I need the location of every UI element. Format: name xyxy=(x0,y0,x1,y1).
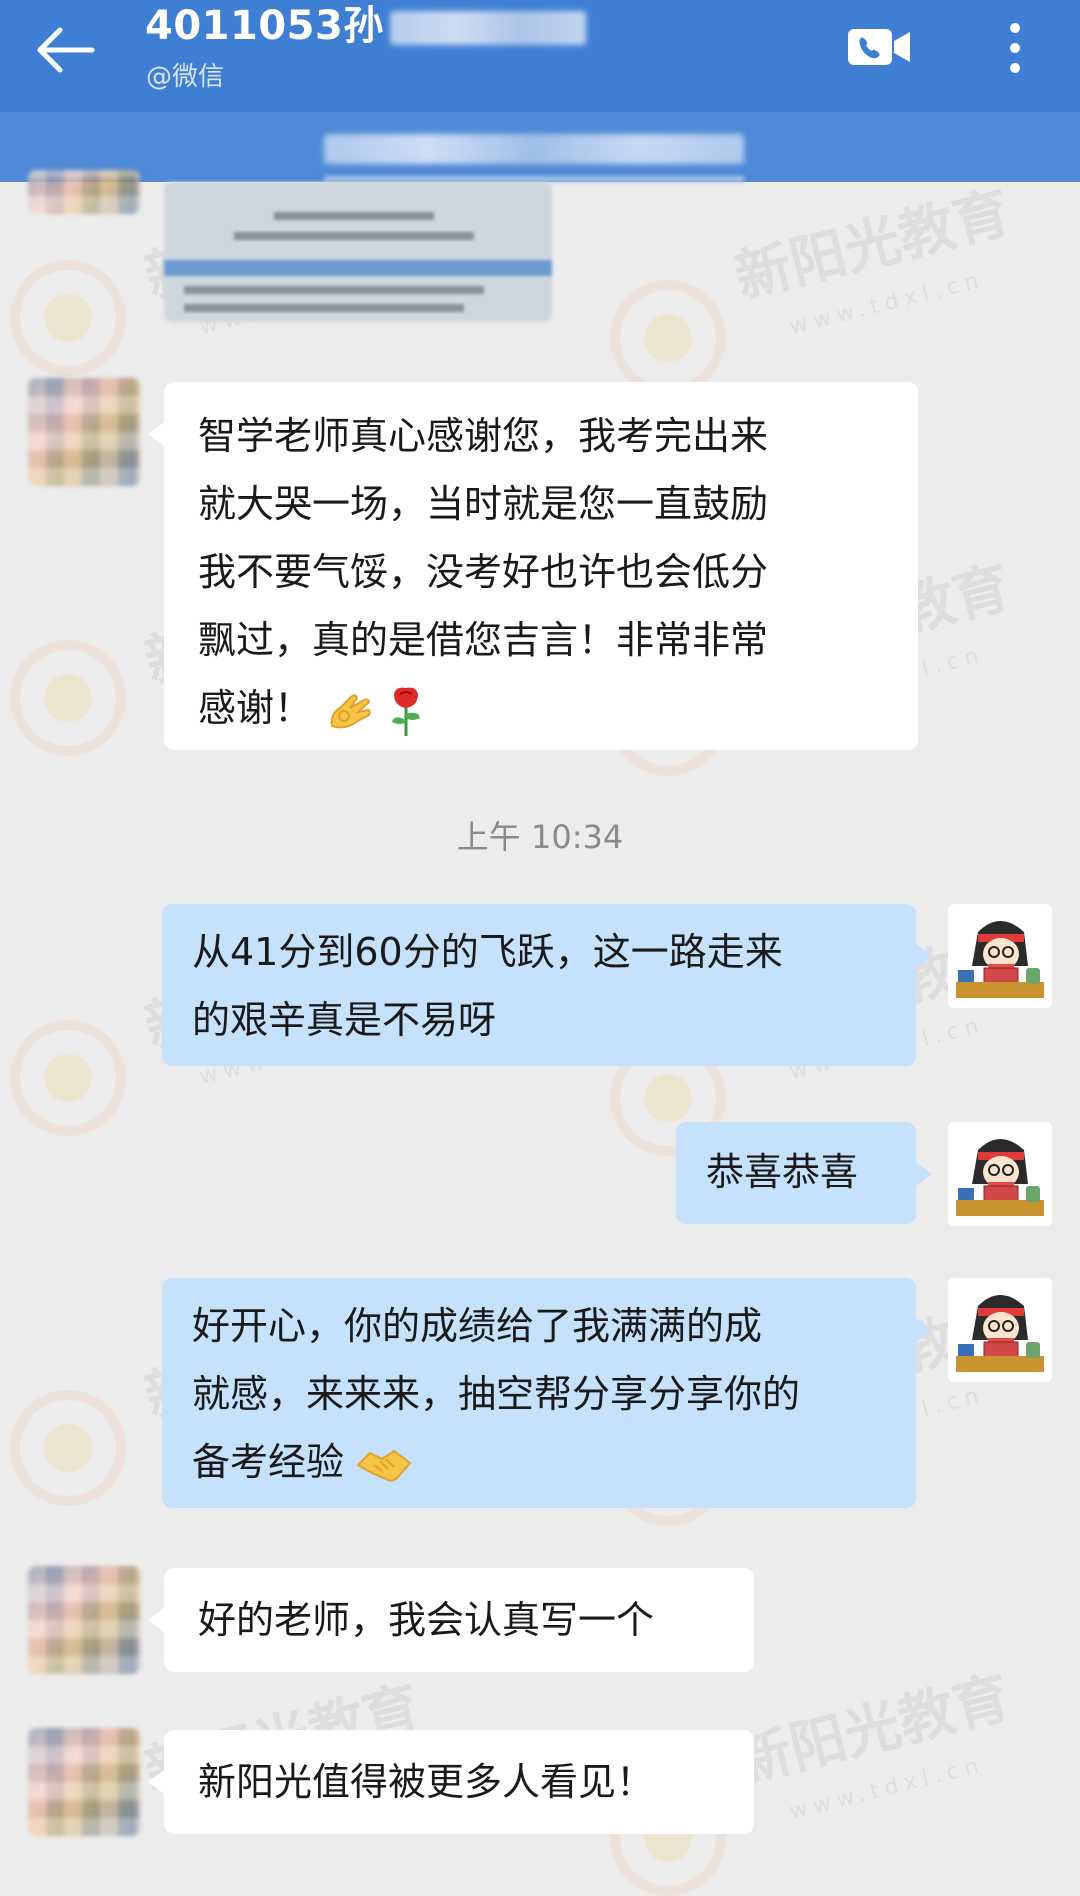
cartoon-reader-avatar-icon xyxy=(948,904,1052,1008)
message-line: 好的老师，我会认真写一个 xyxy=(198,1598,655,1642)
student-avatar[interactable] xyxy=(28,378,140,486)
chat-subtitle: @微信 xyxy=(146,62,225,92)
teacher-avatar[interactable] xyxy=(948,1278,1052,1382)
message-line: 从41分到60分的飞跃，这一路走来 xyxy=(192,930,783,974)
watermark-logo-icon xyxy=(10,1020,126,1136)
message-line: 的艰辛真是不易呀 xyxy=(192,998,497,1042)
message-bubble-student[interactable]: 新阳光值得被更多人看见！ xyxy=(148,1730,754,1834)
rose-emoji-icon xyxy=(392,687,421,736)
handshake-emoji-icon xyxy=(356,1449,412,1482)
chat-title: 4011053孙 xyxy=(145,2,586,50)
message-line: 恭喜恭喜 xyxy=(706,1150,859,1194)
back-button[interactable] xyxy=(34,26,96,74)
message-bubble-teacher[interactable]: 从41分到60分的飞跃，这一路走来 的艰辛真是不易呀 xyxy=(162,904,932,1066)
watermark-logo-icon xyxy=(10,260,126,376)
student-avatar[interactable] xyxy=(28,170,140,214)
message-text: 感谢！ xyxy=(198,686,313,730)
more-vertical-icon xyxy=(1010,23,1020,73)
ok-hand-emoji-icon xyxy=(330,693,371,728)
student-avatar[interactable] xyxy=(28,1566,140,1674)
cartoon-reader-avatar-icon xyxy=(948,1122,1052,1226)
message-timestamp: 上午 10:34 xyxy=(456,818,624,856)
message-bubble-student[interactable]: 好的老师，我会认真写一个 xyxy=(148,1568,754,1672)
cartoon-reader-avatar-icon xyxy=(948,1278,1052,1382)
message-line: 感谢！ xyxy=(198,674,894,742)
video-call-button[interactable] xyxy=(846,25,912,69)
teacher-avatar[interactable] xyxy=(948,1122,1052,1226)
message-text: 备考经验 xyxy=(192,1440,345,1484)
watermark-logo-icon xyxy=(10,640,126,756)
chat-title-text: 4011053孙 xyxy=(145,3,384,49)
arrow-left-icon xyxy=(37,27,95,73)
message-line: 飘过，真的是借您吉言！非常非常 xyxy=(198,618,769,662)
message-line: 就感，来来来，抽空帮分享分享你的 xyxy=(192,1372,801,1416)
notice-banner-text-blurred xyxy=(324,134,744,164)
message-line: 我不要气馁，没考好也许也会低分 xyxy=(198,550,769,594)
message-line: 备考经验 xyxy=(192,1428,896,1496)
message-bubble-teacher[interactable]: 好开心，你的成绩给了我满满的成 就感，来来来，抽空帮分享分享你的 备考经验 xyxy=(162,1278,932,1508)
message-bubble-student[interactable]: 智学老师真心感谢您，我考完出来 就大哭一场，当时就是您一直鼓励 我不要气馁，没考… xyxy=(148,382,918,750)
teacher-avatar[interactable] xyxy=(948,904,1052,1008)
message-line: 新阳光值得被更多人看见！ xyxy=(198,1760,655,1804)
student-avatar[interactable] xyxy=(28,1728,140,1836)
message-line: 好开心，你的成绩给了我满满的成 xyxy=(192,1304,763,1348)
message-bubble-teacher[interactable]: 恭喜恭喜 xyxy=(676,1122,932,1224)
video-call-icon xyxy=(848,29,910,65)
watermark-logo-icon xyxy=(10,1390,126,1506)
message-line: 智学老师真心感谢您，我考完出来 xyxy=(198,414,769,458)
watermark: 新阳光教育www.tdxl.cn xyxy=(728,1665,1017,1825)
chat-title-blurred xyxy=(389,11,586,45)
watermark-logo-icon xyxy=(610,280,726,396)
message-line: 就大哭一场，当时就是您一直鼓励 xyxy=(198,482,769,526)
watermark: 新阳光教育www.tdxl.cn xyxy=(728,180,1017,340)
image-message-score-report[interactable] xyxy=(164,182,552,322)
more-button[interactable] xyxy=(1000,18,1030,78)
